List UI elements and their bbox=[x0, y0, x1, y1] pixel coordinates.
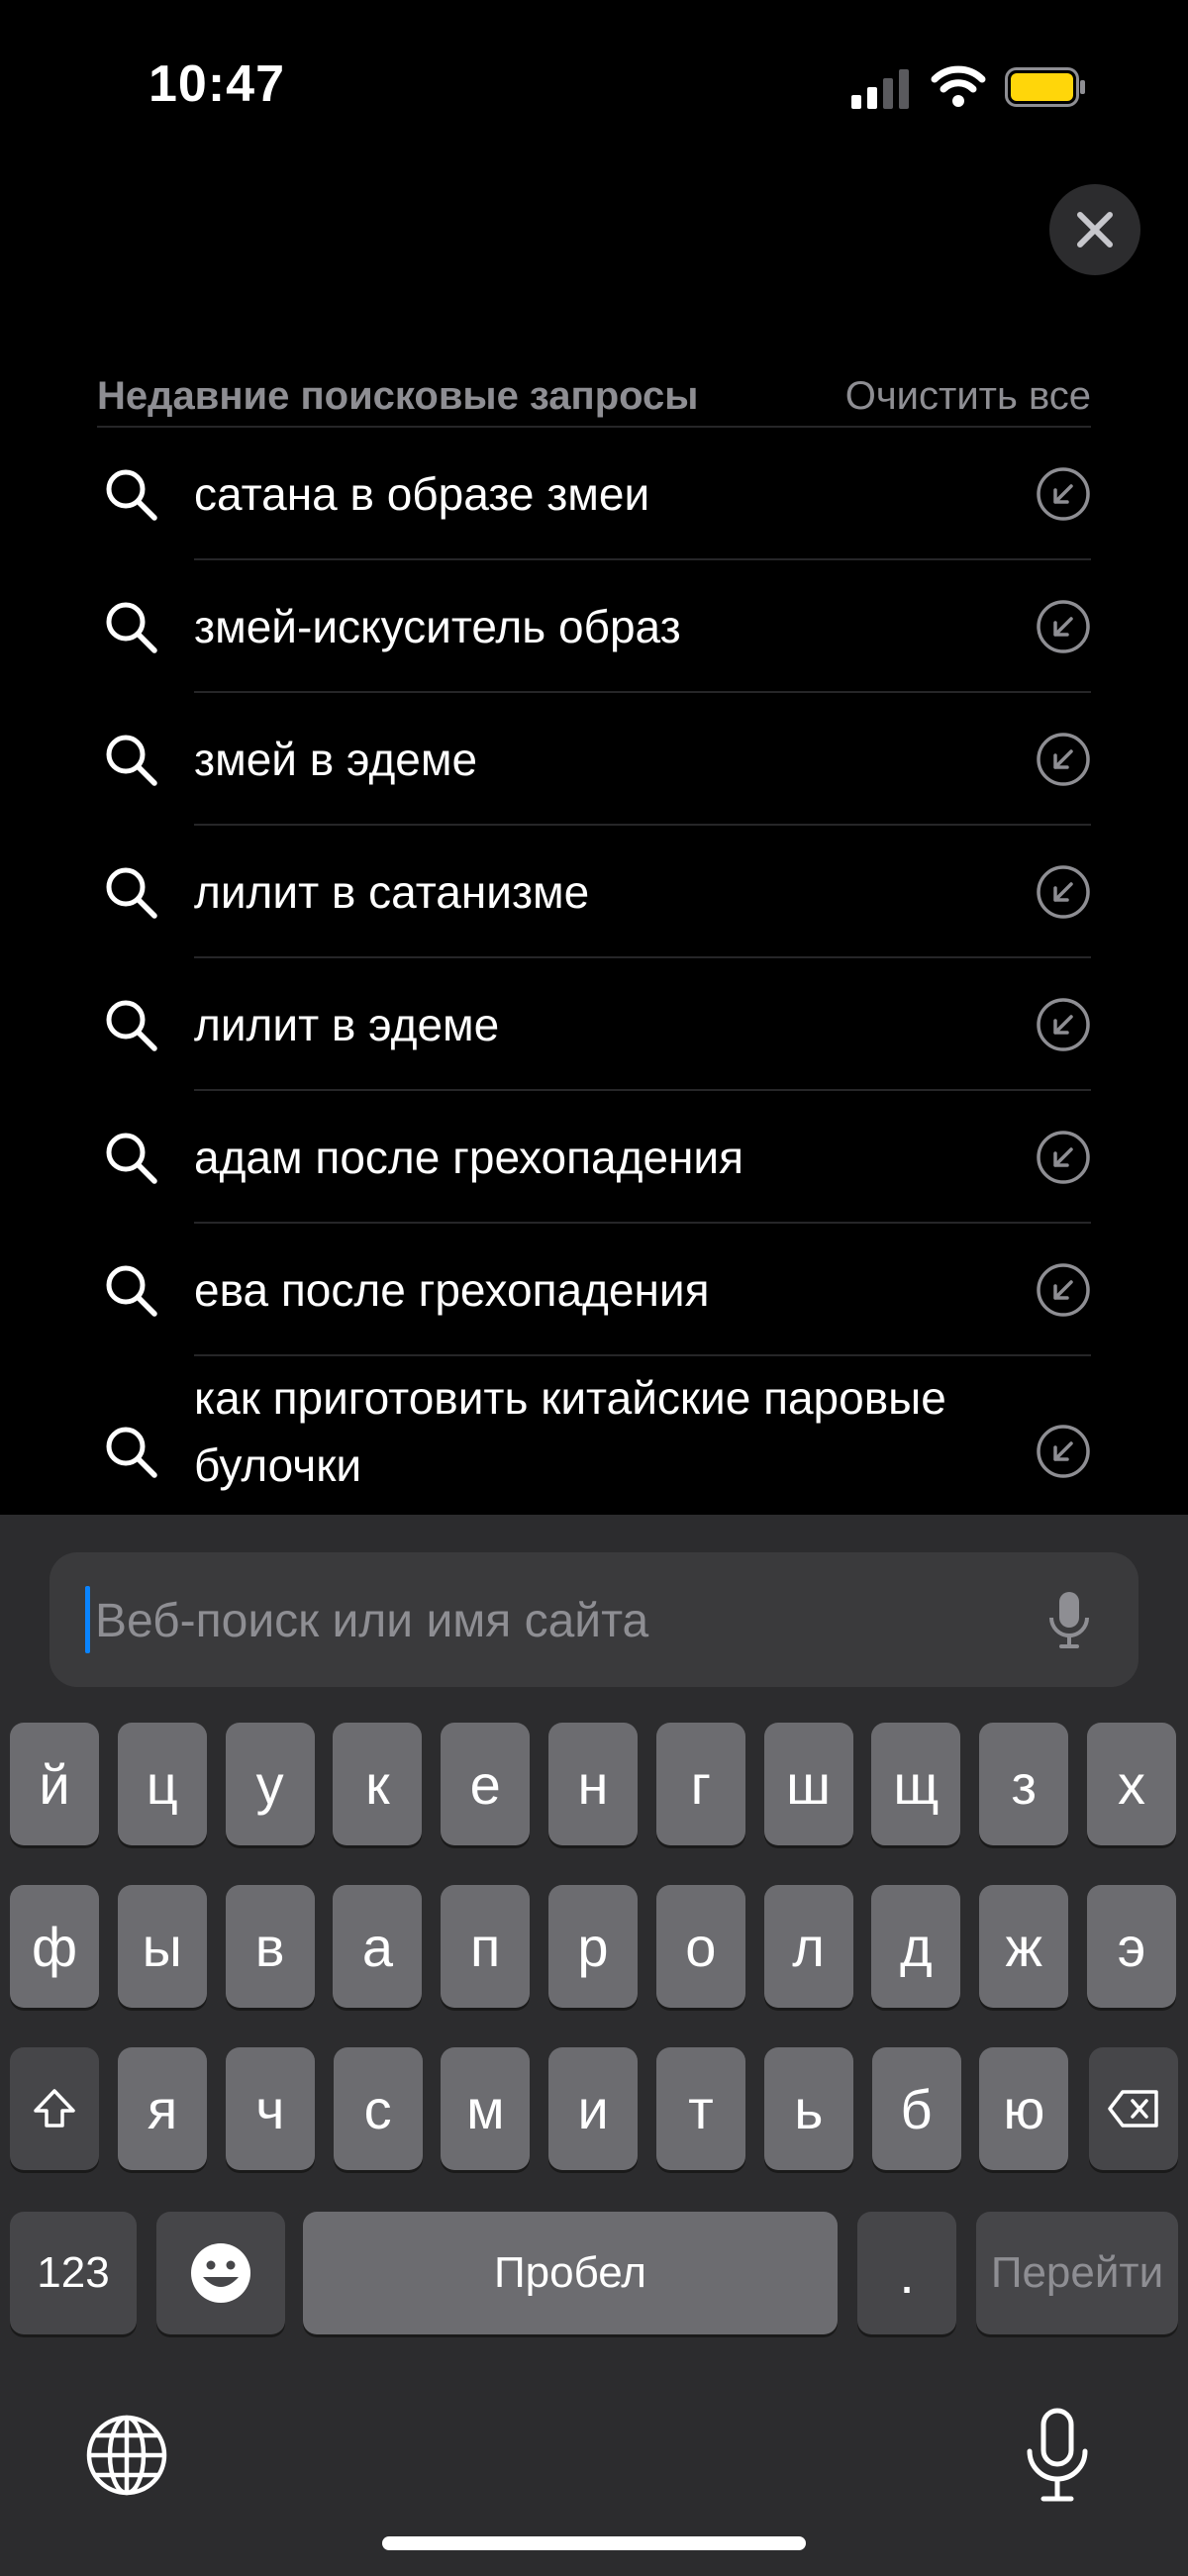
status-bar: 10:47 bbox=[0, 0, 1188, 178]
letter-key[interactable]: р bbox=[548, 1885, 638, 2008]
home-indicator bbox=[382, 2536, 806, 2550]
keyboard-area: 123 Пробел . Перейти йцукенгшщзх фывапрол… bbox=[0, 1515, 1188, 2576]
fill-search-arrow-icon[interactable] bbox=[1036, 732, 1091, 787]
letter-key[interactable]: ю bbox=[979, 2047, 1069, 2170]
recent-search-text: как приготовить китайские паровые булочк… bbox=[194, 1372, 946, 1491]
letter-key[interactable]: т bbox=[656, 2047, 745, 2170]
emoji-icon bbox=[191, 2243, 250, 2303]
letter-key[interactable]: л bbox=[763, 1885, 853, 2008]
shift-key[interactable] bbox=[10, 2047, 99, 2170]
search-icon bbox=[103, 466, 158, 522]
recent-search-item[interactable]: змей-искуситель образ bbox=[97, 560, 1091, 693]
letter-key[interactable]: х bbox=[1087, 1723, 1176, 1845]
letter-key[interactable]: п bbox=[441, 1885, 531, 2008]
letter-key[interactable]: ч bbox=[225, 2047, 315, 2170]
letter-key[interactable]: д bbox=[871, 1885, 961, 2008]
recent-search-text: сатана в образе змеи bbox=[194, 468, 650, 520]
recent-searches-title: Недавние поисковые запросы bbox=[97, 373, 699, 418]
text-caret bbox=[85, 1586, 90, 1653]
go-key[interactable]: Перейти bbox=[976, 2212, 1178, 2334]
recent-searches-header: Недавние поисковые запросы Очистить все bbox=[97, 366, 1091, 428]
search-icon bbox=[103, 732, 158, 787]
microphone-icon[interactable] bbox=[1047, 1590, 1091, 1649]
letter-key[interactable]: ф bbox=[10, 1885, 99, 2008]
recent-search-text: адам после грехопадения bbox=[194, 1132, 744, 1183]
status-time: 10:47 bbox=[148, 55, 285, 113]
recent-search-text: змей в эдеме bbox=[194, 734, 478, 785]
recent-search-text: лилит в сатанизме bbox=[194, 866, 590, 918]
letter-key[interactable]: г bbox=[655, 1723, 745, 1845]
letter-key[interactable]: б bbox=[871, 2047, 961, 2170]
search-input[interactable] bbox=[93, 1552, 1038, 1689]
battery-icon bbox=[1005, 67, 1085, 107]
letter-key[interactable]: м bbox=[441, 2047, 531, 2170]
delete-key[interactable] bbox=[1089, 2047, 1178, 2170]
wifi-icon bbox=[931, 65, 986, 107]
letter-key[interactable]: ш bbox=[763, 1723, 853, 1845]
letter-key[interactable]: о bbox=[655, 1885, 745, 2008]
fill-search-arrow-icon[interactable] bbox=[1036, 1262, 1091, 1318]
recent-search-item[interactable]: ева после грехопадения bbox=[97, 1224, 1091, 1356]
space-key[interactable]: Пробел bbox=[303, 2212, 838, 2334]
letter-key[interactable]: у bbox=[225, 1723, 315, 1845]
letter-key[interactable]: е bbox=[441, 1723, 531, 1845]
fill-search-arrow-icon[interactable] bbox=[1036, 864, 1091, 920]
search-icon bbox=[103, 1424, 158, 1479]
recent-search-item[interactable]: сатана в образе змеи bbox=[97, 428, 1091, 560]
letter-key[interactable]: ь bbox=[763, 2047, 853, 2170]
letter-key[interactable]: ж bbox=[979, 1885, 1069, 2008]
letter-key[interactable]: щ bbox=[871, 1723, 961, 1845]
fill-search-arrow-icon[interactable] bbox=[1036, 466, 1091, 522]
emoji-key[interactable] bbox=[156, 2212, 285, 2334]
recent-search-text: змей-искуситель образ bbox=[194, 601, 681, 652]
recent-search-item[interactable]: змей в эдеме bbox=[97, 693, 1091, 826]
close-icon bbox=[1077, 212, 1113, 248]
shift-icon bbox=[34, 2089, 75, 2128]
letter-key[interactable]: к bbox=[333, 1723, 423, 1845]
search-icon bbox=[103, 599, 158, 654]
letter-key[interactable]: и bbox=[548, 2047, 639, 2170]
letter-key[interactable]: с bbox=[333, 2047, 423, 2170]
search-bar[interactable] bbox=[50, 1552, 1138, 1689]
search-icon bbox=[103, 997, 158, 1052]
letter-key[interactable]: я bbox=[118, 2047, 207, 2170]
fill-search-arrow-icon[interactable] bbox=[1036, 1130, 1091, 1185]
recent-search-item[interactable]: лилит в сатанизме bbox=[97, 826, 1091, 958]
letter-key[interactable]: й bbox=[10, 1723, 99, 1845]
cellular-signal-icon bbox=[851, 69, 909, 109]
clear-all-button[interactable]: Очистить все bbox=[845, 374, 1091, 419]
recent-search-text: ева после грехопадения bbox=[194, 1264, 710, 1316]
letter-key[interactable]: э bbox=[1087, 1885, 1176, 2008]
globe-icon[interactable] bbox=[85, 2414, 168, 2497]
letter-key[interactable]: н bbox=[548, 1723, 638, 1845]
numbers-key[interactable]: 123 bbox=[10, 2212, 137, 2334]
search-icon bbox=[103, 864, 158, 920]
close-button[interactable] bbox=[1049, 184, 1140, 275]
delete-icon bbox=[1108, 2090, 1158, 2128]
recent-searches-list: сатана в образе змеи змей-искуситель обра… bbox=[97, 428, 1091, 1544]
period-key[interactable]: . bbox=[857, 2212, 956, 2334]
letter-key[interactable]: ц bbox=[117, 1723, 207, 1845]
recent-search-text: лилит в эдеме bbox=[194, 999, 500, 1050]
search-icon bbox=[103, 1130, 158, 1185]
fill-search-arrow-icon[interactable] bbox=[1036, 997, 1091, 1052]
letter-key[interactable]: в bbox=[225, 1885, 315, 2008]
letter-key[interactable]: а bbox=[333, 1885, 423, 2008]
dictation-microphone-icon[interactable] bbox=[1024, 2408, 1091, 2503]
search-icon bbox=[103, 1262, 158, 1318]
fill-search-arrow-icon[interactable] bbox=[1036, 599, 1091, 654]
letter-key[interactable]: ы bbox=[117, 1885, 207, 2008]
recent-search-item[interactable]: адам после грехопадения bbox=[97, 1091, 1091, 1224]
letter-key[interactable]: з bbox=[979, 1723, 1069, 1845]
fill-search-arrow-icon[interactable] bbox=[1036, 1424, 1091, 1479]
recent-search-item[interactable]: лилит в эдеме bbox=[97, 958, 1091, 1091]
